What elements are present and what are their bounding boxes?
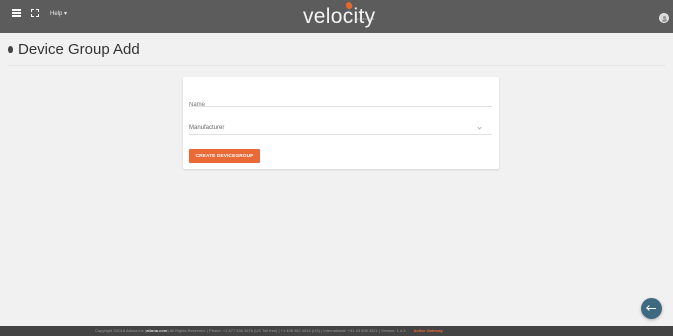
footer-contact: ) All Rights Reserved. | Phone: +1 877 5… [167, 328, 406, 333]
page-title: Device Group Add [18, 41, 140, 58]
logo-subtitle: by ATLONA [356, 17, 375, 21]
active-gateway-link[interactable]: Active Gateway [413, 328, 443, 333]
help-menu[interactable]: Help ▾ [50, 10, 67, 17]
footer-text: Copyright ©2018 Atlona Inc (atlona.com) … [95, 326, 443, 336]
create-devicegroup-button[interactable]: CREATE DEVICEGROUP [189, 149, 260, 163]
fullscreen-icon[interactable] [31, 9, 39, 17]
footer: Copyright ©2018 Atlona Inc (atlona.com) … [0, 326, 673, 336]
velocity-logo: velocity by ATLONA [303, 0, 375, 28]
device-icon [8, 46, 13, 53]
name-field [189, 93, 492, 110]
avatar[interactable] [659, 13, 669, 23]
device-group-form: Manufacturer CREATE DEVICEGROUP [183, 77, 499, 169]
manufacturer-select-label: Manufacturer [189, 125, 225, 131]
manufacturer-select[interactable]: Manufacturer [189, 121, 492, 135]
back-button[interactable] [641, 298, 662, 319]
title-divider [8, 65, 665, 66]
menu-icon[interactable] [12, 9, 21, 17]
top-bar: Help ▾ velocity by ATLONA [0, 0, 673, 33]
name-input[interactable] [189, 96, 492, 110]
footer-copyright: Copyright ©2018 Atlona Inc ( [95, 328, 147, 333]
arrow-left-icon [647, 308, 656, 310]
atlona-link[interactable]: atlona.com [146, 328, 167, 333]
